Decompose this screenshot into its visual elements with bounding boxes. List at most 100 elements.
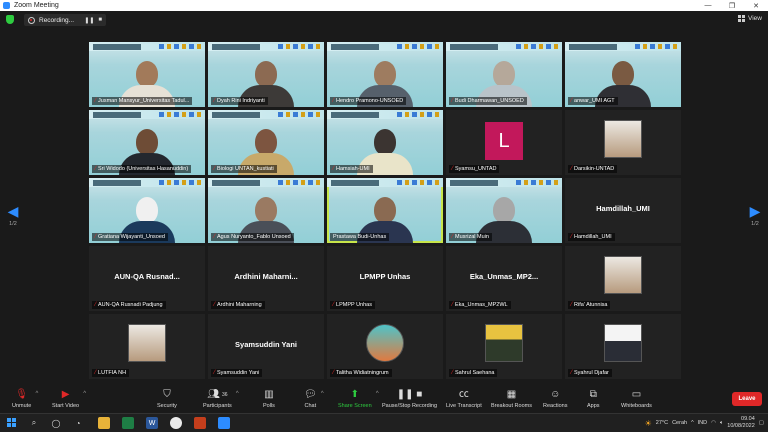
participant-tile[interactable]: Syamsuddin Yani ⁄ Syamsuddin Yani: [208, 314, 324, 379]
tray-chevron-up-icon[interactable]: ^: [691, 420, 694, 426]
virtual-background-banner: [208, 178, 324, 187]
cc-icon: ㏄: [458, 389, 469, 400]
language-indicator[interactable]: IND: [698, 420, 707, 426]
chrome-icon[interactable]: [170, 417, 182, 429]
participant-tile[interactable]: LPMPP Unhas ⁄ LPMPP Unhas: [327, 246, 443, 311]
unmute-button[interactable]: 🎙︎ Unmute ^: [12, 389, 38, 409]
chevron-up-icon[interactable]: ^: [35, 391, 38, 397]
apps-button[interactable]: ⧉ Apps: [587, 389, 600, 409]
participant-name-tag: ⁄ Hamsiah-UMI: [330, 165, 373, 173]
muted-mic-icon: ⁄: [95, 370, 97, 376]
edge-browser-icon[interactable]: ◔: [72, 417, 84, 429]
encryption-shield-icon[interactable]: [6, 15, 14, 24]
pause-stop-recording-button[interactable]: ❚❚ ■ Pause/Stop Recording: [382, 389, 437, 409]
window-title: Zoom Meeting: [14, 2, 59, 9]
participant-tile[interactable]: ⁄ Budi Dharmawan_UNSOED: [446, 42, 562, 107]
stop-recording-button[interactable]: ■: [98, 17, 102, 23]
participant-name: Sahrul Saehana: [455, 370, 495, 376]
muted-mic-icon: ⁄: [452, 98, 454, 104]
chevron-up-icon[interactable]: ^: [376, 391, 379, 397]
grid-view-icon: [738, 15, 746, 22]
participant-tile[interactable]: ⁄ Darsikin-UNTAD: [565, 110, 681, 175]
participant-name: Hamdillah_UMI: [574, 234, 612, 240]
participant-tile[interactable]: ⁄ Sahrul Saehana: [446, 314, 562, 379]
security-label: Security: [157, 403, 177, 409]
participant-tile[interactable]: AUN-QA Rusnad... ⁄ AUN-QA Rusnadi Padjung: [89, 246, 205, 311]
participants-button[interactable]: 👥︎ 36 Participants ^: [203, 389, 239, 409]
participant-tile[interactable]: ⁄ Syahrul Djafar: [565, 314, 681, 379]
participant-tile[interactable]: ⁄ Hamsiah-UMI: [327, 110, 443, 175]
polls-button[interactable]: ▥ Polls: [263, 389, 275, 409]
participant-tile[interactable]: L ⁄ Syamsu_UNTAD: [446, 110, 562, 175]
participant-tile[interactable]: ⁄ Gratiana Wijayanti_Unsoed: [89, 178, 205, 243]
profile-photo: [604, 256, 642, 294]
previous-page[interactable]: ◀ 1/2: [6, 204, 20, 227]
maximize-button[interactable]: ❐: [720, 0, 744, 11]
windows-start-icon[interactable]: [6, 417, 18, 429]
wifi-icon[interactable]: ◠: [711, 420, 716, 426]
whiteboards-label: Whiteboards: [621, 403, 652, 409]
muted-mic-icon: ⁄: [571, 98, 573, 104]
chevron-up-icon[interactable]: ^: [83, 391, 86, 397]
participant-head: [493, 197, 515, 223]
participant-tile[interactable]: ⁄ Rifa' Atunnisa: [565, 246, 681, 311]
participant-name: LUTFIA NH: [98, 370, 127, 376]
muted-mic-icon: ⁄: [214, 98, 216, 104]
zoom-window: Zoom Meeting — ❐ ✕ Recording... ❚❚ ■ Vie…: [0, 0, 768, 432]
start-video-button[interactable]: ▶︎ Start Video ^: [52, 389, 86, 409]
chevron-up-icon[interactable]: ^: [236, 391, 239, 397]
minimize-button[interactable]: —: [696, 0, 720, 11]
chevron-left-icon[interactable]: ◀: [6, 204, 20, 218]
muted-mic-icon: ⁄: [95, 166, 97, 172]
participant-tile[interactable]: ⁄ Sri Widodo (Universitas Hasanuddin): [89, 110, 205, 175]
leave-button[interactable]: Leave: [732, 392, 762, 406]
participant-tile[interactable]: Ardhini Maharni... ⁄ Ardhini Maharning: [208, 246, 324, 311]
participant-head: [374, 197, 396, 223]
participant-tile[interactable]: Hamdillah_UMI ⁄ Hamdillah_UMI: [565, 178, 681, 243]
next-page[interactable]: ▶ 1/2: [748, 204, 762, 227]
participant-name-tag: ⁄ Ardhini Maharning: [211, 301, 265, 309]
participant-tile[interactable]: ⁄ LUTFIA NH: [89, 314, 205, 379]
participant-tile[interactable]: ⁄ Agus Nuryanto_Fablo Unsoed: [208, 178, 324, 243]
task-view-icon[interactable]: ◯: [50, 417, 62, 429]
whiteboards-button[interactable]: ▭ Whiteboards: [621, 389, 652, 409]
security-button[interactable]: ⛉ Security: [157, 389, 177, 409]
volume-icon[interactable]: 🔈︎: [720, 420, 723, 427]
search-icon[interactable]: ⌕: [28, 417, 40, 429]
file-explorer-icon[interactable]: [98, 417, 110, 429]
participant-tile[interactable]: ⁄ Musrizal Muin: [446, 178, 562, 243]
zoom-taskbar-icon[interactable]: [218, 417, 230, 429]
participant-name: Hamsiah-UMI: [336, 166, 370, 172]
profile-photo: [485, 324, 523, 362]
virtual-background-banner: [327, 110, 443, 119]
participant-tile[interactable]: ⁄ Hendro Pramono-UNSOED: [327, 42, 443, 107]
participant-tile[interactable]: ⁄ Jusman Mansyur_Universitas Tadul...: [89, 42, 205, 107]
notifications-icon[interactable]: ▢: [759, 420, 764, 426]
pause-recording-button[interactable]: ❚❚: [84, 17, 94, 24]
powerpoint-icon[interactable]: [194, 417, 206, 429]
chat-label: Chat: [304, 403, 317, 409]
close-button[interactable]: ✕: [744, 0, 768, 11]
participant-tile[interactable]: ⁄ Talitha Widiatningrum: [327, 314, 443, 379]
reactions-button[interactable]: ☺ Reactions: [543, 389, 567, 409]
taskbar-clock[interactable]: 09.04 10/08/2022: [727, 416, 755, 430]
live-transcript-button[interactable]: ㏄ Live Transcript: [446, 389, 482, 409]
participant-tile[interactable]: ⁄ Biologi UNTAN_kustiati: [208, 110, 324, 175]
participant-name: Musrizal Muin: [455, 234, 489, 240]
participant-tile[interactable]: ⁄ Dyah Rini Indriyanti: [208, 42, 324, 107]
participant-tile[interactable]: ⁄ anwar_UMI AGT: [565, 42, 681, 107]
excel-icon[interactable]: [122, 417, 134, 429]
participant-name-tag: ⁄ Syamsu_UNTAD: [449, 165, 500, 173]
pause-stop-recording-label: Pause/Stop Recording: [382, 403, 438, 409]
share-screen-button[interactable]: ⬆ Share Screen ^: [338, 389, 379, 409]
participants-label: Participants: [203, 403, 232, 409]
reactions-icon: ☺: [550, 389, 561, 400]
word-icon[interactable]: W: [146, 417, 158, 429]
view-button[interactable]: View: [738, 15, 762, 22]
breakout-rooms-button[interactable]: ▦ Breakout Rooms: [491, 389, 532, 409]
chevron-right-icon[interactable]: ▶: [748, 204, 762, 218]
chevron-up-icon[interactable]: ^: [321, 391, 324, 397]
chat-button[interactable]: 💬︎ Chat ^: [304, 389, 324, 409]
participant-tile[interactable]: Eka_Unmas_MP2... ⁄ Eka_Unmas_MP2WL: [446, 246, 562, 311]
participant-tile[interactable]: Prastawa Budi-Unhas: [327, 178, 443, 243]
